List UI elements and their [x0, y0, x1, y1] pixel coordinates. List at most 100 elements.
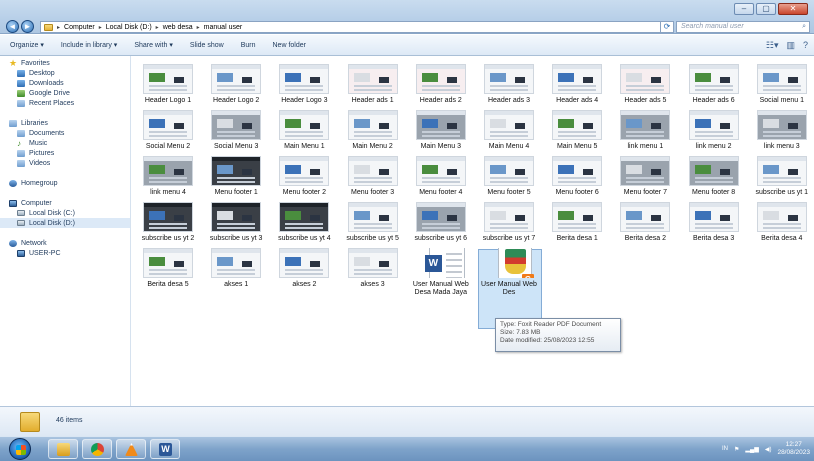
nav-desktop[interactable]: Desktop — [0, 68, 130, 78]
network-signal-icon[interactable]: ▂▄▆ — [745, 446, 758, 453]
file-item[interactable]: Menu footer 8 — [681, 156, 747, 202]
system-tray: IN ⚑ ▂▄▆ ◀) 12:27 28/08/2023 — [722, 441, 810, 457]
file-item[interactable]: subscribe us yt 4 — [271, 202, 337, 248]
file-item[interactable]: Header Logo 2 — [203, 64, 269, 110]
file-item[interactable]: link menu 4 — [135, 156, 201, 202]
nav-pictures[interactable]: Pictures — [0, 148, 130, 158]
file-thumbnail: W — [416, 248, 466, 278]
taskbar-vlc[interactable] — [116, 439, 146, 459]
file-item[interactable]: akses 2 — [271, 248, 337, 294]
breadcrumb-manual-user[interactable]: manual user — [204, 24, 243, 31]
file-item[interactable]: akses 1 — [203, 248, 269, 294]
search-input[interactable]: Search manual user ⌕ — [676, 21, 810, 33]
nav-computer[interactable]: Computer — [0, 198, 130, 208]
new-folder-button[interactable]: New folder — [273, 42, 306, 49]
nav-favorites[interactable]: ★ Favorites — [0, 58, 130, 68]
file-item[interactable]: Header ads 2 — [408, 64, 474, 110]
forward-button[interactable]: ► — [21, 20, 34, 33]
file-name: Menu footer 3 — [350, 189, 395, 196]
file-item[interactable]: Berita desa 2 — [612, 202, 678, 248]
file-item[interactable]: akses 3 — [340, 248, 406, 294]
file-item[interactable]: subscribe us yt 7 — [476, 202, 542, 248]
file-item[interactable]: Main Menu 2 — [340, 110, 406, 156]
taskbar-explorer[interactable] — [48, 439, 78, 459]
nav-documents[interactable]: Documents — [0, 128, 130, 138]
file-item[interactable]: G User Manual Web Des — [476, 248, 542, 296]
breadcrumb-web-desa[interactable]: web desa — [163, 24, 193, 31]
file-item[interactable]: Main Menu 1 — [271, 110, 337, 156]
organize-button[interactable]: Organize ▾ — [10, 41, 44, 49]
file-item[interactable]: Social Menu 3 — [203, 110, 269, 156]
language-indicator[interactable]: IN — [722, 446, 728, 452]
file-item[interactable]: W User Manual Web Desa Mada Jaya — [408, 248, 474, 296]
nav-user-pc[interactable]: USER-PC — [0, 248, 130, 258]
file-item[interactable]: Header Logo 1 — [135, 64, 201, 110]
close-button[interactable]: ✕ — [778, 3, 808, 15]
volume-icon[interactable]: ◀) — [765, 446, 772, 453]
view-options-icon[interactable]: ☷▾ — [766, 40, 779, 51]
clock[interactable]: 12:27 28/08/2023 — [777, 441, 810, 457]
file-thumbnail — [756, 202, 807, 232]
minimize-button[interactable]: – — [734, 3, 754, 15]
file-item[interactable]: Menu footer 3 — [340, 156, 406, 202]
flag-icon[interactable]: ⚑ — [734, 446, 739, 453]
help-icon[interactable]: ? — [803, 40, 808, 51]
file-item[interactable]: subscribe us yt 6 — [408, 202, 474, 248]
file-item[interactable]: Social Menu 2 — [135, 110, 201, 156]
file-item[interactable]: Menu footer 1 — [203, 156, 269, 202]
file-item[interactable]: Menu footer 4 — [408, 156, 474, 202]
nav-videos[interactable]: Videos — [0, 158, 130, 168]
start-button[interactable] — [9, 438, 31, 460]
file-item[interactable]: Header ads 5 — [612, 64, 678, 110]
breadcrumb-computer[interactable]: Computer — [64, 24, 95, 31]
file-item[interactable]: link menu 2 — [681, 110, 747, 156]
nav-network[interactable]: Network — [0, 238, 130, 248]
file-item[interactable]: Menu footer 5 — [476, 156, 542, 202]
taskbar-chrome[interactable] — [82, 439, 112, 459]
file-item[interactable]: Menu footer 7 — [612, 156, 678, 202]
file-item[interactable]: Berita desa 1 — [544, 202, 610, 248]
nav-libraries[interactable]: Libraries — [0, 118, 130, 128]
slide-show-button[interactable]: Slide show — [190, 42, 224, 49]
nav-music[interactable]: ♪ Music — [0, 138, 130, 148]
address-bar[interactable]: ▸ Computer ▸ Local Disk (D:) ▸ web desa … — [40, 21, 671, 33]
preview-pane-icon[interactable]: ▥ — [786, 40, 795, 51]
file-item[interactable]: Berita desa 3 — [681, 202, 747, 248]
nav-local-disk-c[interactable]: Local Disk (C:) — [0, 208, 130, 218]
nav-recent-places[interactable]: Recent Places — [0, 98, 130, 108]
refresh-button[interactable]: ⟳ — [660, 21, 674, 33]
file-item[interactable]: subscribe us yt 2 — [135, 202, 201, 248]
include-in-library-button[interactable]: Include in library ▾ — [61, 41, 117, 49]
file-item[interactable]: Header Logo 3 — [271, 64, 337, 110]
burn-button[interactable]: Burn — [241, 42, 256, 49]
nav-downloads[interactable]: Downloads — [0, 78, 130, 88]
file-item[interactable]: subscribe us yt 5 — [340, 202, 406, 248]
file-item[interactable]: Social menu 1 — [749, 64, 814, 110]
nav-google-drive[interactable]: Google Drive — [0, 88, 130, 98]
file-item[interactable]: Menu footer 2 — [271, 156, 337, 202]
file-item[interactable]: Main Menu 3 — [408, 110, 474, 156]
file-item[interactable]: Main Menu 4 — [476, 110, 542, 156]
file-name: Header ads 4 — [556, 97, 599, 104]
share-with-button[interactable]: Share with ▾ — [134, 41, 173, 49]
file-item[interactable]: subscribe us yt 3 — [203, 202, 269, 248]
file-item[interactable]: link menu 1 — [612, 110, 678, 156]
file-item[interactable]: Main Menu 5 — [544, 110, 610, 156]
file-item[interactable]: Menu footer 6 — [544, 156, 610, 202]
back-button[interactable]: ◄ — [6, 20, 19, 33]
file-item[interactable]: Header ads 3 — [476, 64, 542, 110]
file-item[interactable]: Header ads 4 — [544, 64, 610, 110]
breadcrumb-local-disk-d[interactable]: Local Disk (D:) — [106, 24, 152, 31]
file-item[interactable]: link menu 3 — [749, 110, 814, 156]
taskbar-word[interactable]: W — [150, 439, 180, 459]
file-name: Berita desa 2 — [624, 235, 667, 242]
file-item[interactable]: Berita desa 5 — [135, 248, 201, 294]
maximize-button[interactable]: ▢ — [756, 3, 776, 15]
nav-homegroup[interactable]: Homegroup — [0, 178, 130, 188]
file-item[interactable]: Header ads 6 — [681, 64, 747, 110]
file-item[interactable]: subscribe us yt 1 — [749, 156, 814, 202]
file-item[interactable]: Header ads 1 — [340, 64, 406, 110]
nav-label: USER-PC — [29, 249, 61, 257]
file-item[interactable]: Berita desa 4 — [749, 202, 814, 248]
nav-local-disk-d[interactable]: Local Disk (D:) — [0, 218, 130, 228]
